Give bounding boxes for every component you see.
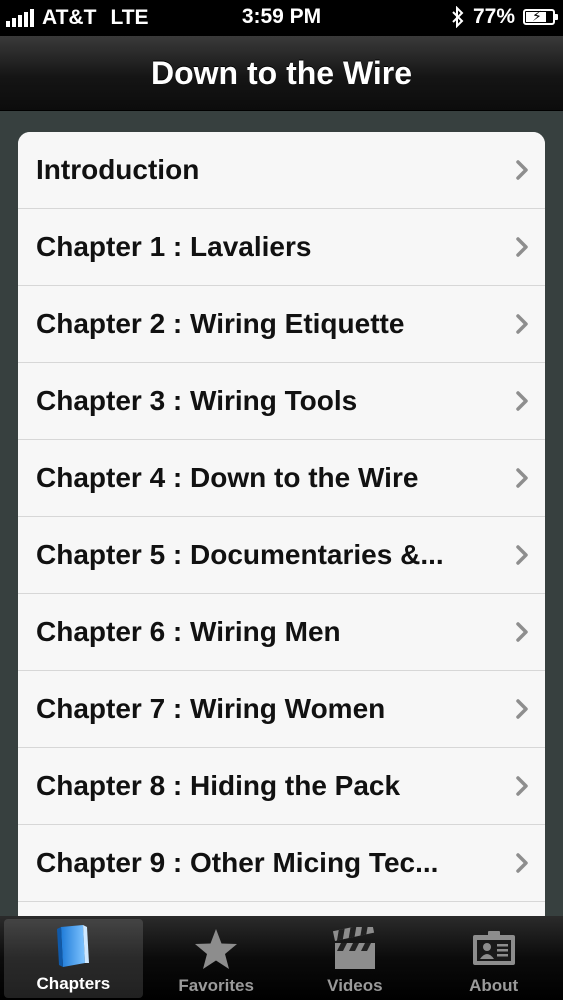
chapter-table: Introduction Chapter 1 : Lavaliers Chapter…	[18, 132, 545, 916]
tab-label: Favorites	[178, 976, 254, 995]
chapter-label: Chapter 5 : Documentaries &...	[36, 539, 444, 570]
chevron-right-icon	[516, 237, 528, 257]
status-bar: AT&T LTE 3:59 PM 77% ⚡	[0, 0, 563, 36]
chapter-row[interactable]: Chapter 3 : Wiring Tools	[18, 363, 545, 440]
book-icon	[49, 922, 97, 972]
chapter-label: Chapter 7 : Wiring Women	[36, 693, 386, 724]
chapter-row[interactable]: Chapter 2 : Wiring Etiquette	[18, 286, 545, 363]
chapter-label: Chapter 6 : Wiring Men	[36, 616, 341, 647]
chapter-row[interactable]: Chapter 7 : Wiring Women	[18, 671, 545, 748]
battery-percent: 77%	[472, 5, 515, 28]
star-icon	[192, 924, 240, 974]
chapter-row[interactable]	[18, 902, 545, 916]
chevron-right-icon	[516, 314, 528, 334]
chevron-right-icon	[516, 391, 528, 411]
chapter-list-area[interactable]: Introduction Chapter 1 : Lavaliers Chapter…	[0, 111, 563, 916]
chapter-label: Chapter 9 : Other Micing Tec...	[36, 847, 439, 878]
chevron-right-icon	[516, 853, 528, 873]
battery-charging-icon: ⚡	[523, 8, 558, 25]
bluetooth-icon	[452, 6, 464, 28]
chapter-label: Chapter 2 : Wiring Etiquette	[36, 308, 405, 339]
chapter-label: Chapter 8 : Hiding the Pack	[36, 770, 401, 801]
tab-label: Chapters	[36, 974, 111, 993]
chevron-right-icon	[516, 160, 528, 180]
navigation-bar: Down to the Wire	[0, 36, 563, 111]
clapperboard-icon	[331, 924, 379, 974]
tab-videos[interactable]: Videos	[286, 916, 425, 1000]
status-right: 77% ⚡	[451, 5, 558, 29]
chapter-label: Chapter 4 : Down to the Wire	[36, 462, 419, 493]
tab-label: About	[469, 976, 519, 995]
tab-bar: Chapters Favorites Videos About	[0, 916, 563, 1000]
tab-label: Videos	[327, 976, 383, 995]
chapter-row[interactable]: Chapter 4 : Down to the Wire	[18, 440, 545, 517]
chapter-row[interactable]: Chapter 8 : Hiding the Pack	[18, 748, 545, 825]
chapter-row[interactable]: Introduction	[18, 132, 545, 209]
chapter-row[interactable]: Chapter 9 : Other Micing Tec...	[18, 825, 545, 902]
tab-favorites[interactable]: Favorites	[147, 916, 286, 1000]
chapter-row[interactable]: Chapter 1 : Lavaliers	[18, 209, 545, 286]
chapter-label: Introduction	[36, 154, 200, 185]
chapter-label: Chapter 1 : Lavaliers	[36, 231, 312, 262]
chevron-right-icon	[516, 545, 528, 565]
chapter-label: Chapter 3 : Wiring Tools	[36, 385, 358, 416]
id-card-icon	[470, 924, 518, 974]
tab-chapters[interactable]: Chapters	[4, 919, 143, 998]
chevron-right-icon	[516, 468, 528, 488]
chevron-right-icon	[516, 622, 528, 642]
page-title: Down to the Wire	[150, 54, 413, 91]
chevron-right-icon	[516, 699, 528, 719]
chevron-right-icon	[516, 776, 528, 796]
chapter-row[interactable]: Chapter 5 : Documentaries &...	[18, 517, 545, 594]
tab-about[interactable]: About	[424, 916, 563, 1000]
chapter-row[interactable]: Chapter 6 : Wiring Men	[18, 594, 545, 671]
